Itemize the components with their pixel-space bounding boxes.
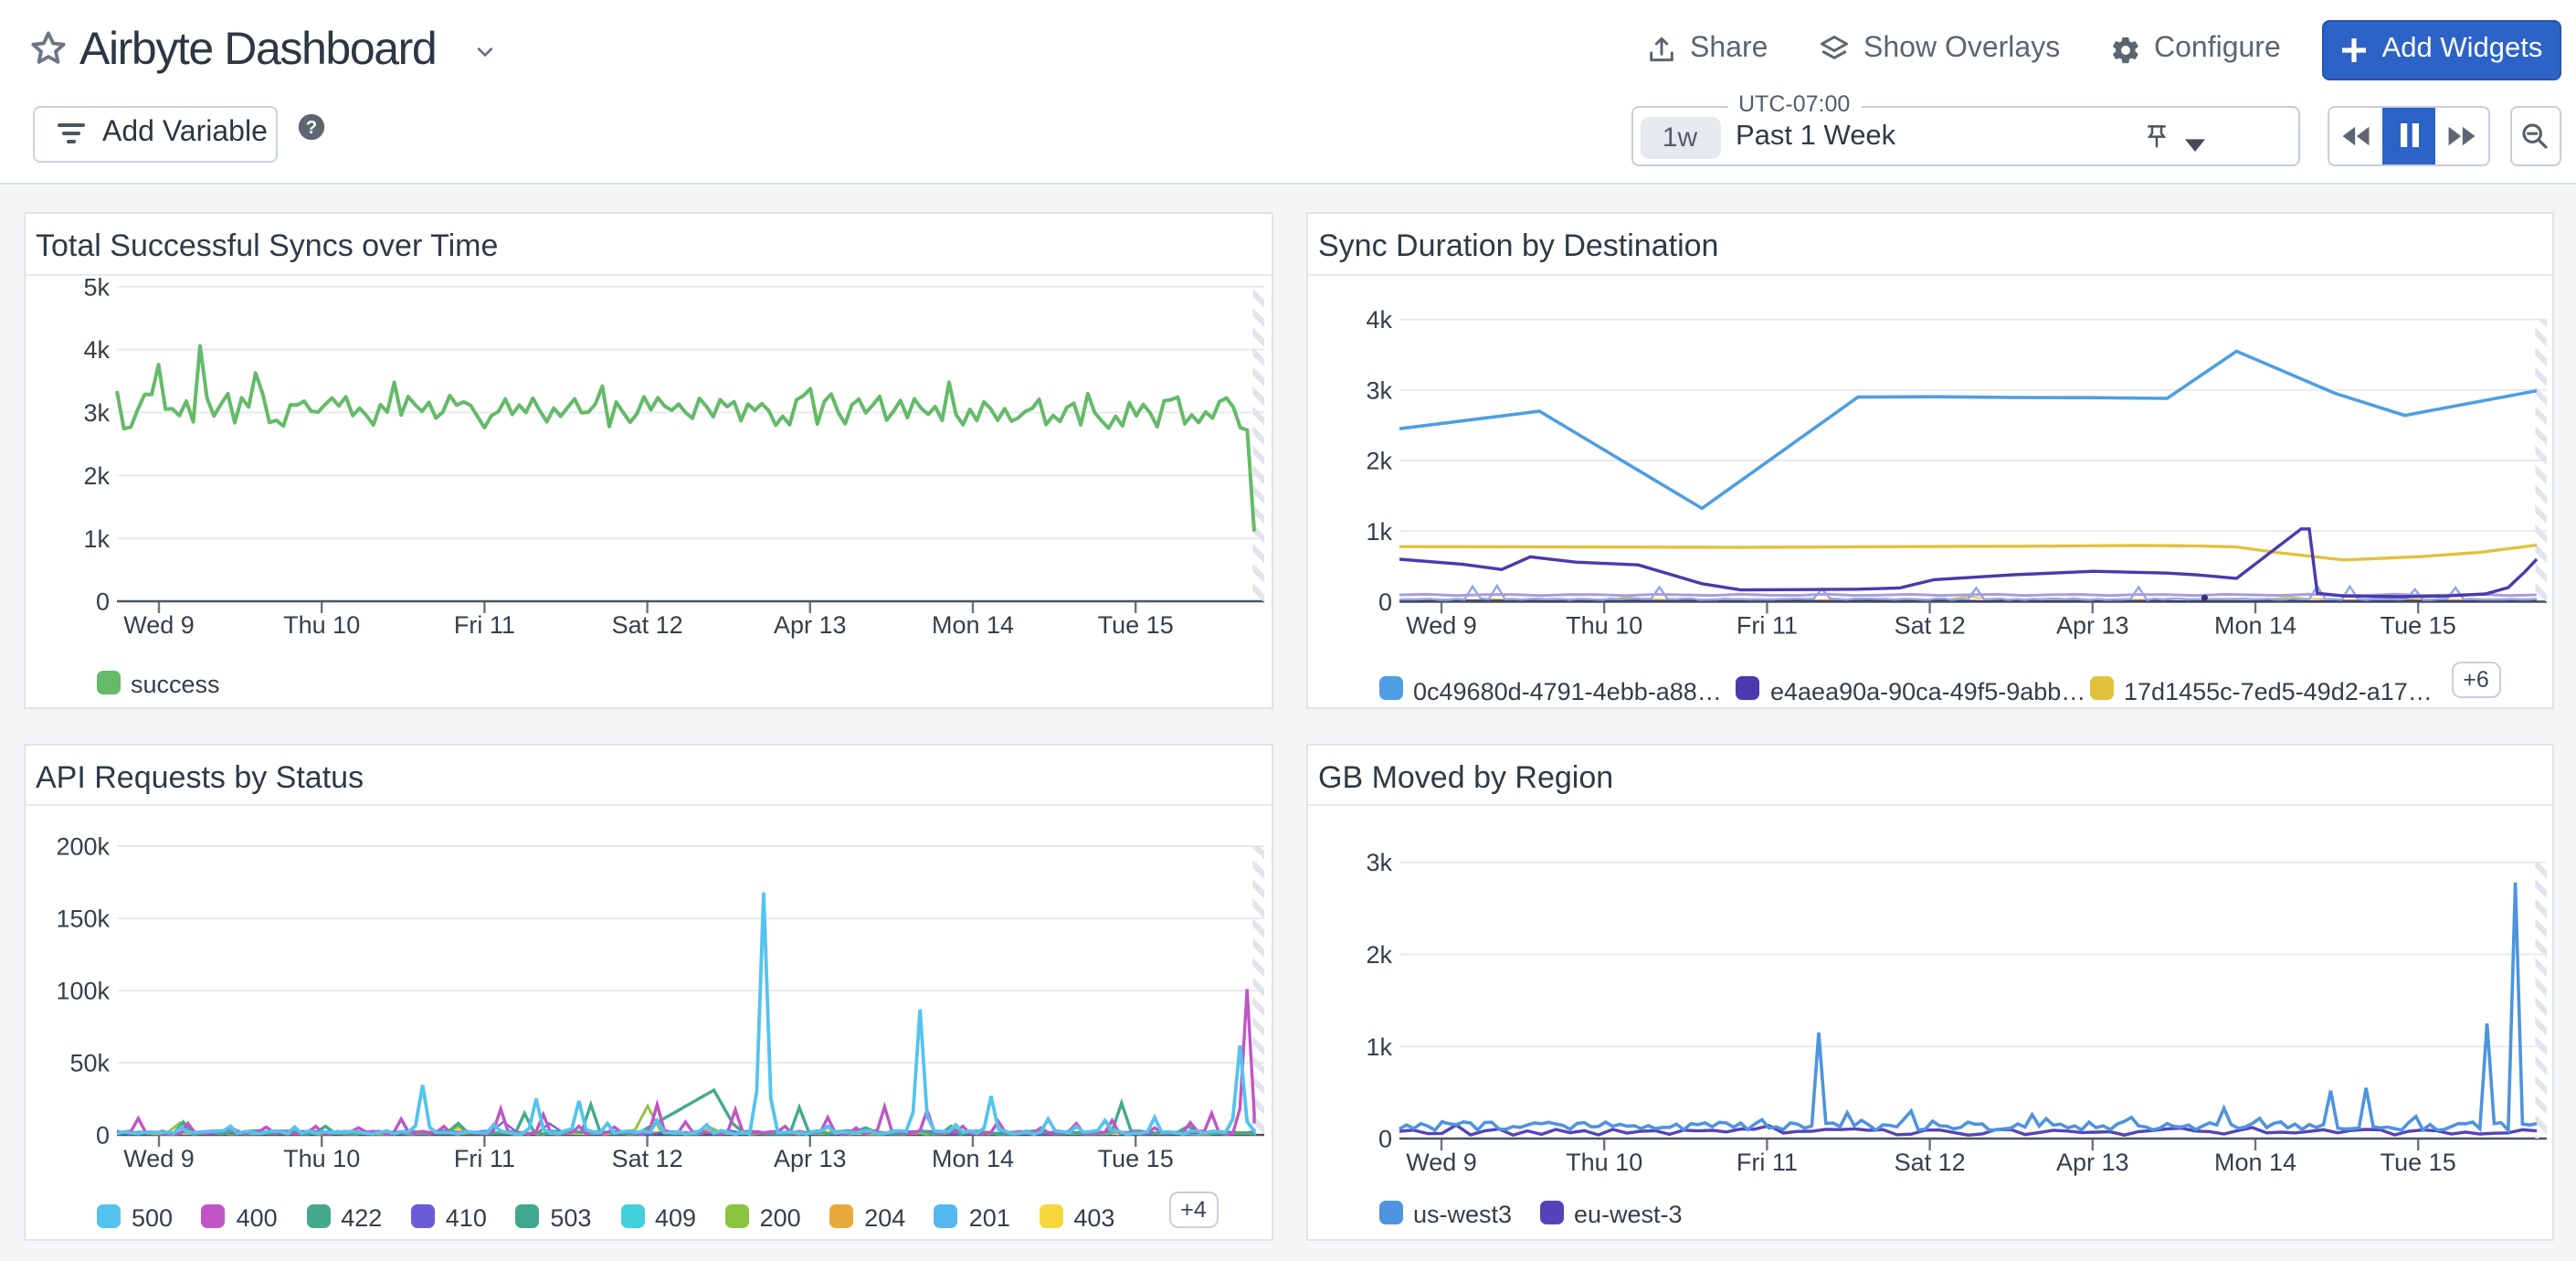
svg-text:Mon 14: Mon 14 [2213, 1148, 2296, 1175]
svg-text:3k: 3k [1365, 848, 1391, 875]
svg-text:0: 0 [1378, 1125, 1391, 1152]
svg-text:1k: 1k [1365, 1033, 1391, 1060]
svg-text:4k: 4k [1365, 306, 1391, 334]
svg-text:Thu 10: Thu 10 [282, 611, 359, 639]
svg-text:Apr 13: Apr 13 [2055, 1148, 2128, 1175]
svg-text:100k: 100k [55, 977, 109, 1004]
svg-text:Fri 11: Fri 11 [1736, 611, 1797, 639]
svg-text:50k: 50k [69, 1049, 109, 1076]
svg-text:0: 0 [95, 1121, 109, 1149]
svg-text:Thu 10: Thu 10 [1565, 611, 1642, 639]
svg-text:2k: 2k [82, 462, 109, 490]
svg-text:3k: 3k [1365, 376, 1391, 404]
svg-text:150k: 150k [55, 905, 109, 932]
svg-text:4k: 4k [82, 336, 109, 364]
svg-text:5k: 5k [82, 273, 109, 301]
svg-text:0: 0 [95, 588, 109, 616]
svg-text:Wed 9: Wed 9 [1405, 611, 1476, 639]
svg-text:Mon 14: Mon 14 [2213, 611, 2296, 639]
svg-text:Apr 13: Apr 13 [773, 611, 846, 639]
svg-text:Wed 9: Wed 9 [122, 611, 194, 639]
svg-text:Wed 9: Wed 9 [122, 1144, 194, 1171]
svg-text:Thu 10: Thu 10 [282, 1144, 359, 1171]
svg-text:200k: 200k [55, 832, 109, 860]
svg-text:Mon 14: Mon 14 [931, 611, 1013, 639]
svg-text:Apr 13: Apr 13 [2055, 611, 2128, 639]
svg-text:Fri 11: Fri 11 [453, 611, 514, 639]
svg-text:Tue 15: Tue 15 [2380, 1148, 2455, 1175]
svg-text:0: 0 [1378, 588, 1391, 616]
svg-text:Sat 12: Sat 12 [611, 1144, 682, 1171]
svg-text:Wed 9: Wed 9 [1405, 1148, 1476, 1175]
svg-text:Fri 11: Fri 11 [453, 1144, 514, 1171]
svg-text:3k: 3k [82, 399, 109, 427]
svg-text:?: ? [305, 116, 317, 137]
svg-text:1k: 1k [1365, 518, 1391, 546]
svg-text:Sat 12: Sat 12 [611, 611, 682, 639]
svg-text:Tue 15: Tue 15 [1097, 611, 1173, 639]
svg-text:Tue 15: Tue 15 [2380, 611, 2455, 639]
svg-text:2k: 2k [1365, 448, 1391, 475]
svg-text:Sat 12: Sat 12 [1894, 1148, 1965, 1175]
svg-text:Mon 14: Mon 14 [931, 1144, 1013, 1171]
svg-text:1k: 1k [82, 525, 109, 553]
svg-text:Fri 11: Fri 11 [1736, 1148, 1797, 1175]
svg-text:Tue 15: Tue 15 [1097, 1144, 1173, 1171]
svg-text:Apr 13: Apr 13 [773, 1144, 846, 1171]
svg-text:2k: 2k [1365, 940, 1391, 968]
svg-text:Sat 12: Sat 12 [1894, 611, 1965, 639]
svg-text:Thu 10: Thu 10 [1565, 1148, 1642, 1175]
